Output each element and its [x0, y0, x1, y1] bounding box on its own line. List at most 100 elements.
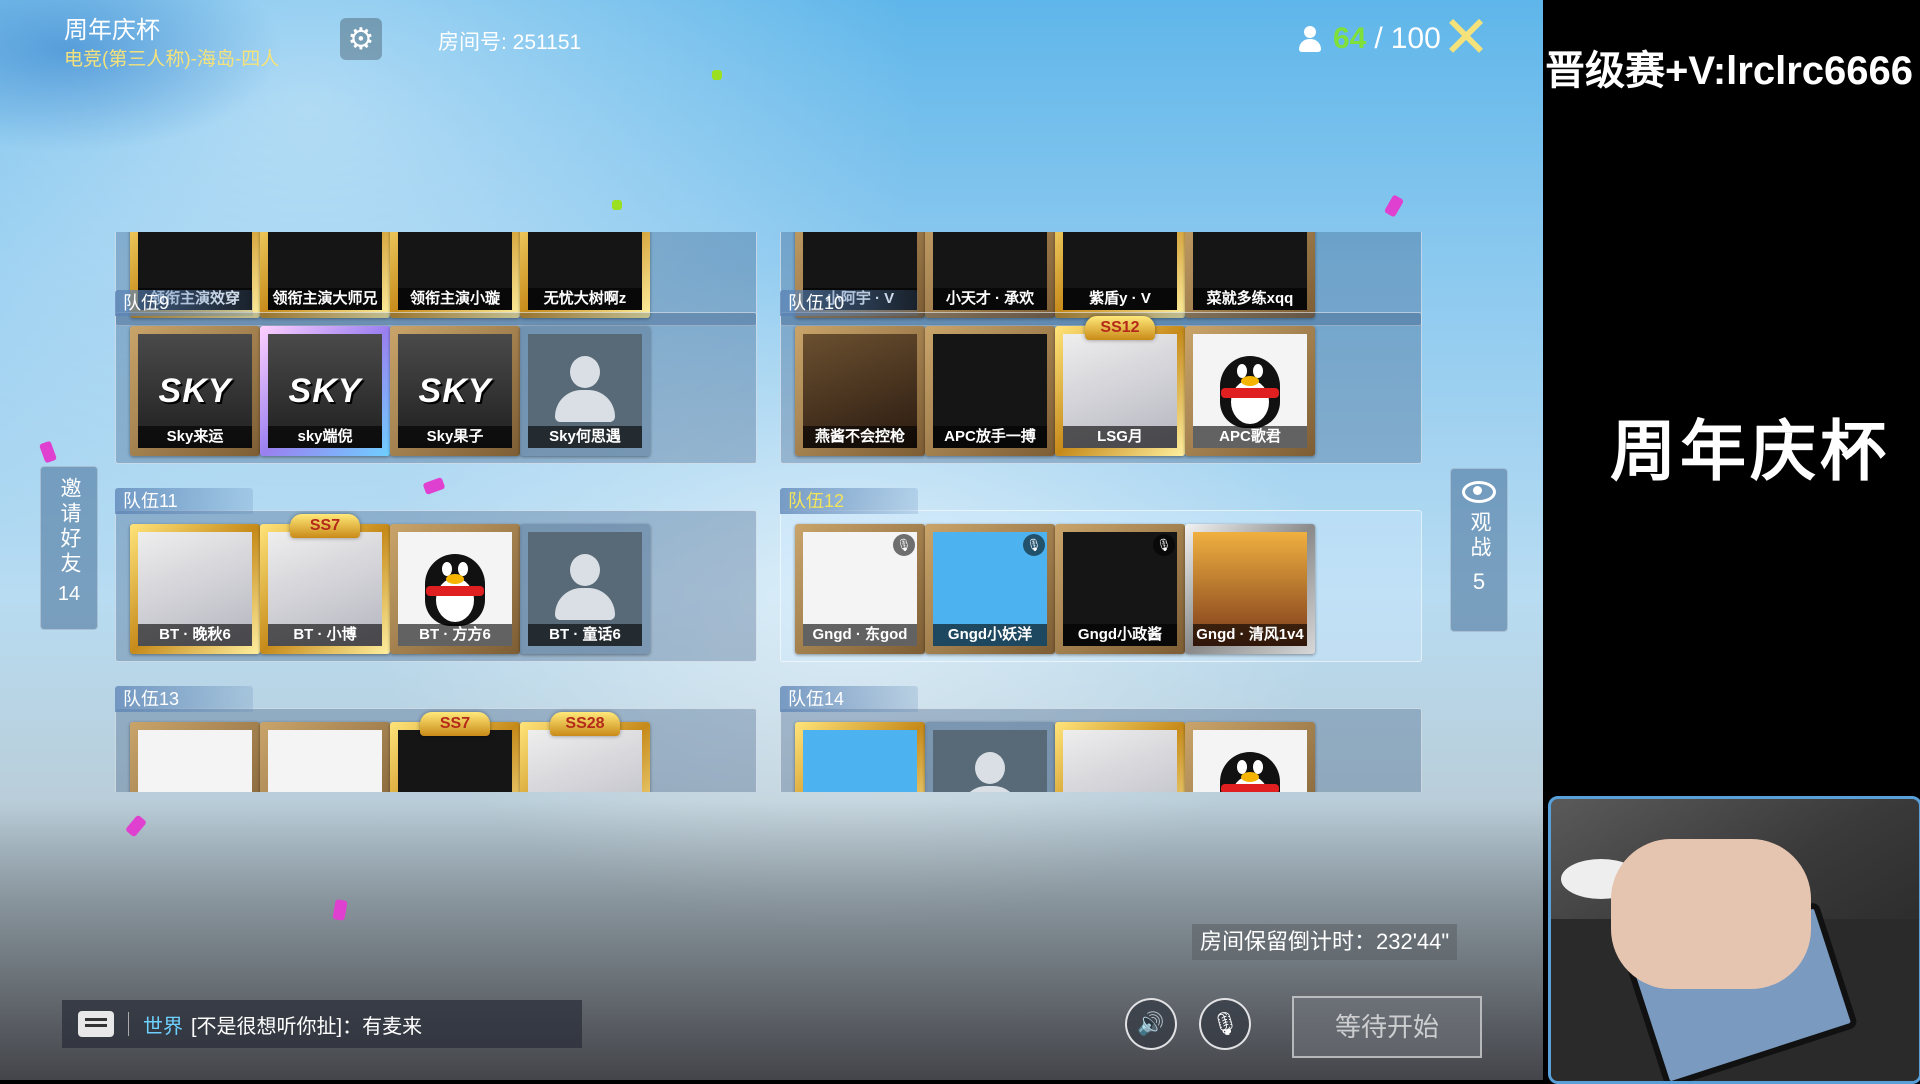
player-slot[interactable]	[130, 722, 260, 792]
player-slot[interactable]: BT · 晚秋6	[130, 524, 260, 654]
player-slot[interactable]: APC歌君	[1185, 326, 1315, 456]
tree-foliage	[0, 0, 320, 170]
voice-icon: 🎙	[1023, 534, 1045, 556]
invite-friends-tab[interactable]: 邀请好友 14	[40, 466, 98, 630]
team-label: 队伍13	[115, 686, 253, 712]
rank-badge: SS7	[420, 712, 490, 736]
speaker-button[interactable]: 🔊	[1125, 998, 1177, 1050]
player-slot[interactable]: SKY Sky果子	[390, 326, 520, 456]
chat-bar[interactable]: 世界 [不是很想听你扯]：有麦来	[62, 1000, 582, 1048]
team-card: 队伍9 SKY Sky来运 SKY sky端倪 SKY Sky果子 Sky何思遇	[110, 290, 757, 464]
invite-label: 邀请好友	[58, 477, 81, 577]
player-slot[interactable]: SS7 BT · 小博	[260, 514, 390, 654]
player-slot[interactable]	[260, 722, 390, 792]
player-name: BT · 方方6	[398, 624, 512, 646]
stream-banner: 晋级赛+V:lrclrc6666	[1545, 49, 1913, 93]
confetti	[1383, 194, 1405, 218]
penguin-avatar-icon	[420, 546, 490, 632]
player-avatar	[803, 730, 917, 792]
player-slot[interactable]	[925, 722, 1055, 792]
player-slot[interactable]: Gngd · 清风1v4	[1185, 524, 1315, 654]
player-slot[interactable]: SS7	[390, 712, 520, 792]
chat-message: [不是很想听你扯]：有麦来	[191, 1015, 423, 1038]
player-slot[interactable]: BT · 童话6	[520, 524, 650, 654]
confetti	[38, 440, 58, 464]
player-avatar	[1063, 730, 1177, 792]
chat-divider	[128, 1012, 129, 1036]
rank-badge: SS28	[550, 712, 620, 736]
team-card: 队伍13 SS7 SS28	[110, 686, 757, 792]
player-count-current: 64	[1333, 22, 1367, 55]
team-label: 队伍14	[780, 686, 918, 712]
player-name: APC放手一搏	[933, 426, 1047, 448]
team-card: 队伍11 BT · 晚秋6 SS7 BT · 小博 BT · 方方6 BT · 童话6	[110, 488, 757, 662]
team-label: 队伍9	[115, 290, 253, 316]
spectate-tab[interactable]: 观战 5	[1450, 468, 1508, 632]
voice-icon: 🎙	[893, 534, 915, 556]
room-title: 周年庆杯	[64, 17, 160, 44]
player-slot[interactable]: SKY sky端倪	[260, 326, 390, 456]
wait-start-button[interactable]: 等待开始	[1292, 996, 1482, 1058]
player-slot[interactable]	[1185, 722, 1315, 792]
player-name: Gngd小政酱	[1063, 624, 1177, 646]
team-card: 队伍14	[775, 686, 1422, 792]
mic-icon: 🎙	[1211, 1011, 1239, 1036]
player-avatar	[268, 730, 382, 792]
player-avatar	[1193, 730, 1307, 792]
close-button[interactable]: ✕	[1438, 9, 1494, 68]
sky-logo: SKY	[288, 371, 362, 410]
player-avatar	[398, 730, 512, 792]
team-label: 队伍10	[780, 290, 918, 316]
default-avatar-icon	[960, 752, 1020, 792]
player-slot[interactable]: SS28	[520, 712, 650, 792]
players-icon	[1295, 24, 1325, 54]
stream-title: 周年庆杯	[1610, 414, 1890, 488]
voice-icon: 🎙	[1153, 534, 1175, 556]
sky-logo: SKY	[158, 371, 232, 410]
webcam-hand	[1611, 839, 1811, 989]
sky-logo: SKY	[418, 371, 492, 410]
player-name: Sky何思遇	[528, 426, 642, 448]
player-count-max: 100	[1390, 22, 1441, 55]
default-avatar-icon	[555, 554, 615, 624]
rank-badge: SS12	[1085, 316, 1155, 340]
player-name: Gngd · 清风1v4	[1193, 624, 1307, 646]
player-slot[interactable]: APC放手一搏	[925, 326, 1055, 456]
player-slot[interactable]: 燕酱不会控枪	[795, 326, 925, 456]
team-list[interactable]: 领衔主演效穿领衔主演大师兄领衔主演小璇无忧大树啊z小阿宇 · V小天才 · 承欢…	[110, 232, 1430, 792]
team-mic-button[interactable]: 🎙	[1199, 998, 1251, 1050]
eye-icon	[1462, 481, 1496, 503]
player-name: APC歌君	[1193, 426, 1307, 448]
penguin-avatar-icon	[1215, 744, 1285, 792]
player-slot[interactable]: Sky何思遇	[520, 326, 650, 456]
player-name: Gngd · 东god	[803, 624, 917, 646]
chat-icon	[78, 1011, 114, 1037]
player-slot[interactable]: BT · 方方6	[390, 524, 520, 654]
player-name: Gngd小妖洋	[933, 624, 1047, 646]
speaker-icon: 🔊	[1137, 1011, 1165, 1036]
player-slot[interactable]: SS12 LSG月	[1055, 316, 1185, 456]
player-slot[interactable]: SKY Sky来运	[130, 326, 260, 456]
webcam-feed	[1548, 796, 1920, 1084]
invite-count: 14	[57, 583, 81, 605]
settings-button[interactable]: ⚙	[340, 18, 382, 60]
player-slot[interactable]	[795, 722, 925, 792]
spectate-label: 观战	[1468, 511, 1491, 561]
game-screen: 周年庆杯 电竞(第三人称)-海岛-四人 ⚙ 房间号: 251151 64/100…	[0, 0, 1543, 1080]
default-avatar-icon	[555, 356, 615, 426]
player-slot[interactable]: 🎙 Gngd小政酱	[1055, 524, 1185, 654]
rank-badge: SS7	[290, 514, 360, 538]
player-slot[interactable]	[1055, 722, 1185, 792]
close-icon: ✕	[1441, 5, 1491, 70]
player-name: BT · 童话6	[528, 624, 642, 646]
player-slot[interactable]: 🎙 Gngd小妖洋	[925, 524, 1055, 654]
player-name: Sky果子	[398, 426, 512, 448]
player-avatar	[933, 730, 1047, 792]
team-card: 队伍10 燕酱不会控枪 APC放手一搏 SS12 LSG月 APC歌君	[775, 290, 1422, 464]
room-id: 房间号: 251151	[438, 31, 582, 54]
team-label: 队伍12	[780, 488, 918, 514]
player-name: LSG月	[1063, 426, 1177, 448]
team-card: 队伍12 🎙 Gngd · 东god 🎙 Gngd小妖洋 🎙 Gngd小政酱 Gngd · 清…	[775, 488, 1422, 662]
player-slot[interactable]: 🎙 Gngd · 东god	[795, 524, 925, 654]
room-countdown: 房间保留倒计时：232'44"	[1192, 924, 1458, 960]
